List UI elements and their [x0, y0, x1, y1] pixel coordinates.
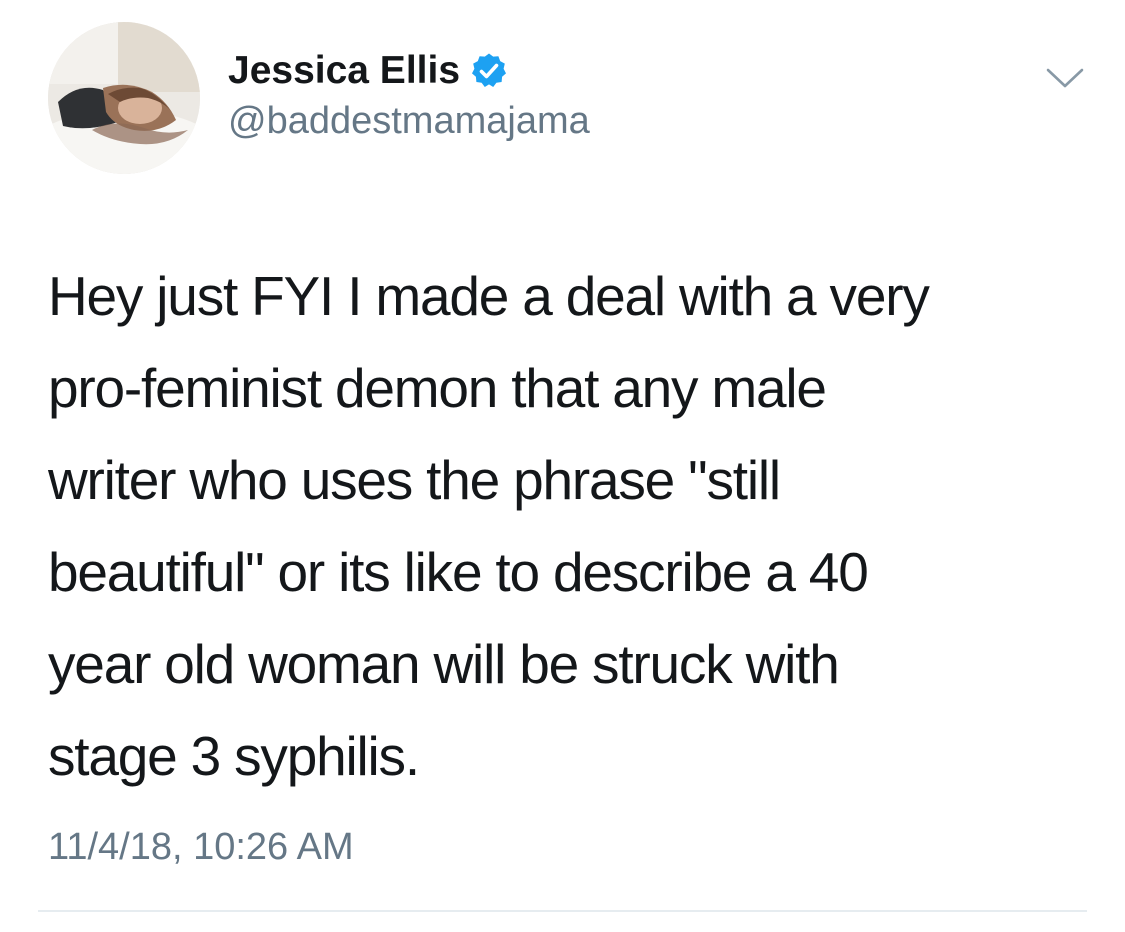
- tweet-text-line: beautiful" or its like to describe a 40: [48, 541, 869, 603]
- author-name-row[interactable]: Jessica Ellis: [228, 46, 508, 96]
- tweet-text-line: year old woman will be struck with: [48, 633, 840, 695]
- avatar[interactable]: [48, 22, 200, 174]
- divider: [38, 910, 1087, 912]
- author-handle[interactable]: @baddestmamajama: [228, 100, 590, 143]
- tweet-text: Hey just FYI I made a deal with a very p…: [48, 250, 1088, 802]
- tweet-text-line: Hey just FYI I made a deal with a very: [48, 265, 930, 327]
- tweet-text-line: stage 3 syphilis.: [48, 725, 420, 787]
- chevron-down-icon[interactable]: [1044, 62, 1086, 92]
- verified-badge-icon: [470, 52, 508, 90]
- tweet-text-line: pro-feminist demon that any male: [48, 357, 827, 419]
- profile-photo-icon: [48, 22, 200, 174]
- tweet-card: Jessica Ellis @baddestmamajama Hey just …: [0, 0, 1125, 932]
- tweet-timestamp[interactable]: 11/4/18, 10:26 AM: [48, 826, 354, 869]
- tweet-text-line: writer who uses the phrase "still: [48, 449, 781, 511]
- author-display-name[interactable]: Jessica Ellis: [228, 49, 460, 93]
